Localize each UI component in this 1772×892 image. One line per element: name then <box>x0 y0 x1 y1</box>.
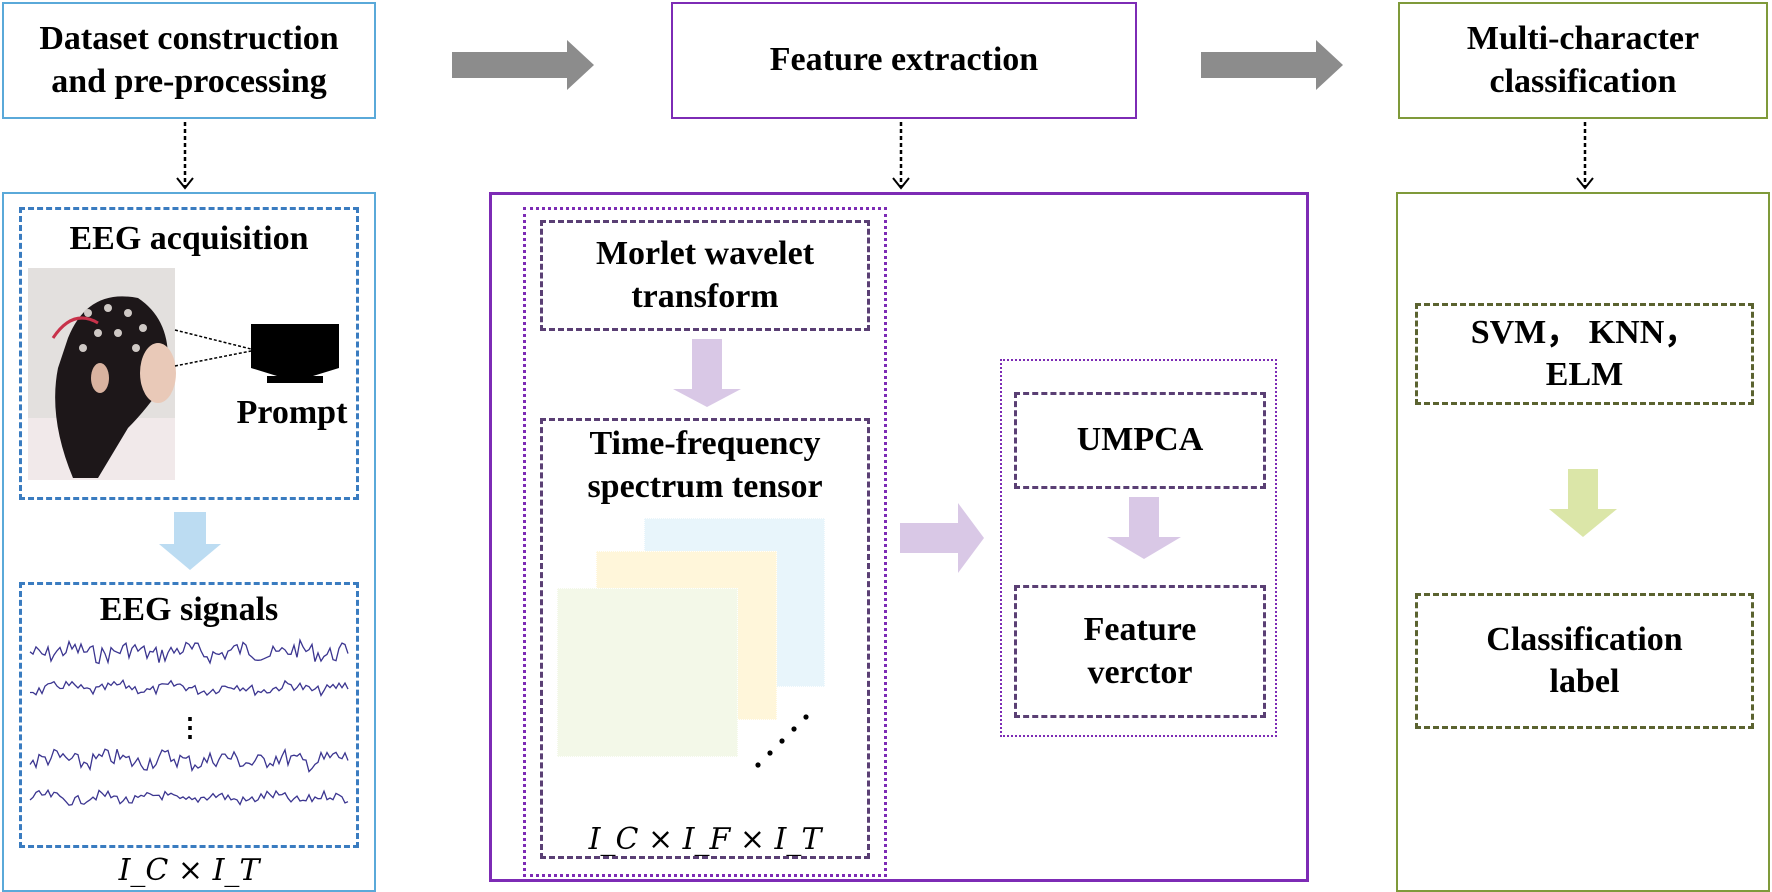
classification-label-text: Classification label <box>1486 620 1683 701</box>
eeg-signals-title: EEG signals <box>99 591 279 628</box>
green-arrow-down-icon <box>1549 469 1617 537</box>
feature-vector-box: Feature verctor <box>1014 585 1266 718</box>
classification-label-box: Classification label <box>1415 593 1754 729</box>
stage-features-box: Feature extraction <box>671 2 1137 119</box>
dotted-arrow-down-icon <box>1576 122 1594 190</box>
stage-features-label: Feature extraction <box>769 41 1039 79</box>
tensor-title: Time-frequency spectrum tensor <box>587 425 823 505</box>
eeg-trace <box>29 788 349 806</box>
monitor-icon <box>251 324 339 383</box>
classification-panel <box>1396 192 1770 892</box>
feature-vector-label: Feature verctor <box>1083 611 1197 691</box>
prompt-label: Prompt <box>236 394 348 431</box>
purple-arrow-down-icon <box>673 339 741 407</box>
eeg-trace <box>29 747 349 773</box>
classifiers-box: SVM， KNN，ELM <box>1415 303 1754 405</box>
stage-dataset-box: Dataset construction and pre-processing <box>2 2 376 119</box>
signals-ellipsis: ⋮ <box>177 713 203 742</box>
tensor-slice-green <box>557 588 738 757</box>
eeg-acquisition-title: EEG acquisition <box>69 220 309 257</box>
purple-arrow-down-icon <box>1107 497 1181 559</box>
tensor-dimensions: I_C × I_F × I_T <box>588 822 822 857</box>
stage-classification-label: Multi-character classification <box>1466 20 1700 100</box>
morlet-box: Morlet wavelet transform <box>540 220 870 331</box>
stage-classification-box: Multi-character classification <box>1398 2 1768 119</box>
tensor-ellipsis-dots <box>755 714 809 768</box>
gray-arrow-right-icon <box>452 40 594 90</box>
umpca-label: UMPCA <box>1076 421 1204 459</box>
stage-dataset-label: Dataset construction and pre-processing <box>39 20 339 100</box>
signals-dimensions: I_C × I_T <box>118 853 260 888</box>
blue-arrow-down-icon <box>159 512 221 570</box>
eeg-cap-photo <box>28 268 176 480</box>
eeg-trace <box>29 638 349 665</box>
purple-arrow-right-icon <box>900 503 984 573</box>
classifiers-label: SVM， KNN，ELM <box>1470 313 1699 394</box>
umpca-box: UMPCA <box>1014 392 1266 489</box>
dotted-arrow-down-icon <box>176 122 194 190</box>
gray-arrow-right-icon <box>1201 40 1343 90</box>
eeg-trace <box>30 678 349 697</box>
eye-gaze-lines <box>174 329 252 367</box>
dotted-arrow-down-icon <box>892 122 910 190</box>
morlet-label: Morlet wavelet transform <box>595 235 815 315</box>
